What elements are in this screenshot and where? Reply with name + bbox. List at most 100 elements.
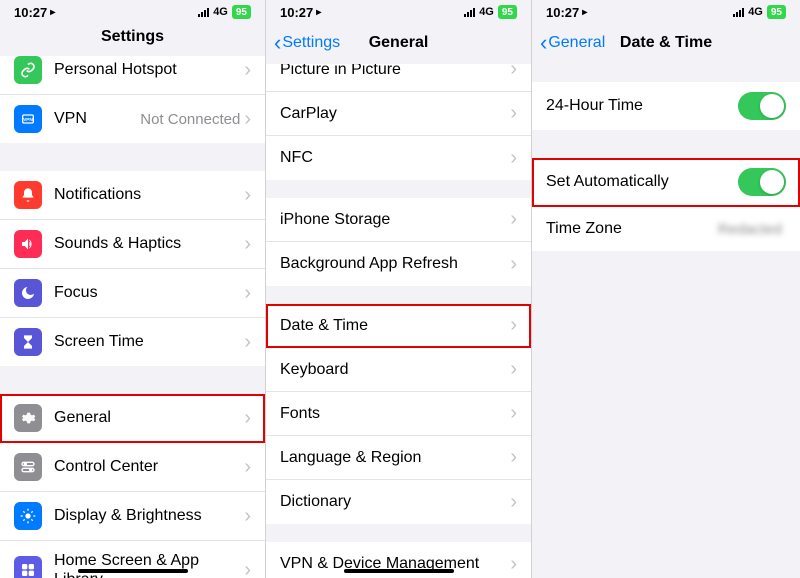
chevron-right-icon: › bbox=[510, 314, 517, 337]
row-label: 24-Hour Time bbox=[546, 96, 738, 115]
row-label: Display & Brightness bbox=[54, 506, 244, 525]
row-carplay[interactable]: CarPlay› bbox=[266, 92, 531, 136]
row-control-center[interactable]: Control Center› bbox=[0, 443, 265, 492]
status-right: 4G 95 bbox=[198, 5, 251, 19]
chevron-right-icon: › bbox=[510, 402, 517, 425]
page-title: Date & Time bbox=[620, 34, 712, 52]
battery-icon: 95 bbox=[232, 5, 251, 19]
status-right: 4G 95 bbox=[464, 5, 517, 19]
switches-icon bbox=[14, 453, 42, 481]
group-24h: 24-Hour Time bbox=[532, 82, 800, 130]
network-label: 4G bbox=[213, 6, 228, 18]
home-indicator[interactable] bbox=[344, 569, 454, 573]
sun-icon bbox=[14, 502, 42, 530]
grid-icon bbox=[14, 556, 42, 578]
row-label: Control Center bbox=[54, 457, 244, 476]
chevron-right-icon: › bbox=[510, 147, 517, 170]
chevron-right-icon: › bbox=[510, 491, 517, 514]
row-label: Time Zone bbox=[546, 219, 718, 238]
row-label: iPhone Storage bbox=[280, 210, 510, 229]
time-zone-value: Redacted bbox=[718, 221, 782, 238]
section-gap bbox=[532, 130, 800, 158]
row-label: Keyboard bbox=[280, 360, 510, 379]
nav-bar: ‹Settings General bbox=[266, 22, 531, 64]
section-gap bbox=[266, 286, 531, 304]
status-bar: 10:27▸ 4G 95 bbox=[532, 0, 800, 22]
chevron-right-icon: › bbox=[244, 456, 251, 479]
chevron-right-icon: › bbox=[510, 446, 517, 469]
row-screen-time[interactable]: Screen Time› bbox=[0, 318, 265, 366]
row-focus[interactable]: Focus› bbox=[0, 269, 265, 318]
toggle-24-hour[interactable] bbox=[738, 92, 786, 120]
back-button[interactable]: ‹Settings bbox=[274, 32, 340, 54]
back-label: General bbox=[548, 34, 605, 52]
chevron-left-icon: ‹ bbox=[540, 32, 547, 54]
group-c: Date & Time› Keyboard› Fonts› Language &… bbox=[266, 304, 531, 524]
globe-icon: VPN bbox=[14, 105, 42, 133]
home-indicator[interactable] bbox=[78, 569, 188, 573]
signal-icon bbox=[464, 7, 475, 17]
section-gap bbox=[266, 180, 531, 198]
row-time-zone[interactable]: Time Zone Redacted bbox=[532, 207, 800, 251]
hourglass-icon bbox=[14, 328, 42, 356]
page-title: Settings bbox=[0, 22, 265, 56]
chevron-right-icon: › bbox=[510, 358, 517, 381]
status-time: 10:27▸ bbox=[14, 5, 55, 20]
speaker-icon bbox=[14, 230, 42, 258]
row-label: Picture in Picture bbox=[280, 64, 510, 79]
nav-bar: ‹General Date & Time bbox=[532, 22, 800, 64]
row-dictionary[interactable]: Dictionary› bbox=[266, 480, 531, 524]
general-pane: 10:27▸ 4G 95 ‹Settings General Picture i… bbox=[266, 0, 532, 578]
moon-icon bbox=[14, 279, 42, 307]
row-display-brightness[interactable]: Display & Brightness› bbox=[0, 492, 265, 541]
row-label: Screen Time bbox=[54, 332, 244, 351]
row-background-app-refresh[interactable]: Background App Refresh› bbox=[266, 242, 531, 286]
back-button[interactable]: ‹General bbox=[540, 32, 605, 54]
bell-icon bbox=[14, 181, 42, 209]
chevron-right-icon: › bbox=[510, 253, 517, 276]
status-right: 4G 95 bbox=[733, 5, 786, 19]
gear-icon bbox=[14, 404, 42, 432]
row-vpn[interactable]: VPN VPN Not Connected › bbox=[0, 95, 265, 143]
chevron-left-icon: ‹ bbox=[274, 32, 281, 54]
row-label: Fonts bbox=[280, 404, 510, 423]
row-label: Sounds & Haptics bbox=[54, 234, 244, 253]
group-b: iPhone Storage› Background App Refresh› bbox=[266, 198, 531, 286]
network-label: 4G bbox=[748, 6, 763, 18]
chevron-right-icon: › bbox=[244, 233, 251, 256]
row-general[interactable]: General› bbox=[0, 394, 265, 443]
row-sounds-haptics[interactable]: Sounds & Haptics› bbox=[0, 220, 265, 269]
chevron-right-icon: › bbox=[510, 102, 517, 125]
status-time: 10:27▸ bbox=[546, 5, 587, 20]
section-gap bbox=[0, 366, 265, 394]
network-label: 4G bbox=[479, 6, 494, 18]
row-label: Date & Time bbox=[280, 316, 510, 335]
section-gap bbox=[532, 64, 800, 82]
date-time-list[interactable]: 24-Hour Time Set Automatically Time Zone… bbox=[532, 64, 800, 578]
row-24-hour-time[interactable]: 24-Hour Time bbox=[532, 82, 800, 130]
row-label: Background App Refresh bbox=[280, 254, 510, 273]
row-personal-hotspot[interactable]: Personal Hotspot › bbox=[0, 56, 265, 95]
section-gap bbox=[266, 524, 531, 542]
row-label: NFC bbox=[280, 148, 510, 167]
row-nfc[interactable]: NFC› bbox=[266, 136, 531, 180]
row-picture-in-picture[interactable]: Picture in Picture› bbox=[266, 64, 531, 92]
row-iphone-storage[interactable]: iPhone Storage› bbox=[266, 198, 531, 242]
row-language-region[interactable]: Language & Region› bbox=[266, 436, 531, 480]
row-keyboard[interactable]: Keyboard› bbox=[266, 348, 531, 392]
row-label: Set Automatically bbox=[546, 172, 738, 191]
chevron-right-icon: › bbox=[244, 59, 251, 82]
toggle-set-automatically[interactable] bbox=[738, 168, 786, 196]
row-set-automatically[interactable]: Set Automatically bbox=[532, 158, 800, 207]
general-list[interactable]: Picture in Picture› CarPlay› NFC› iPhone… bbox=[266, 64, 531, 578]
row-label: VPN bbox=[54, 109, 140, 128]
row-date-time[interactable]: Date & Time› bbox=[266, 304, 531, 348]
settings-list[interactable]: Personal Hotspot › VPN VPN Not Connected… bbox=[0, 56, 265, 578]
row-fonts[interactable]: Fonts› bbox=[266, 392, 531, 436]
group-a: Picture in Picture› CarPlay› NFC› bbox=[266, 64, 531, 180]
status-bar: 10:27▸ 4G 95 bbox=[266, 0, 531, 22]
group-auto: Set Automatically Time Zone Redacted bbox=[532, 158, 800, 251]
row-notifications[interactable]: Notifications› bbox=[0, 171, 265, 220]
date-time-pane: 10:27▸ 4G 95 ‹General Date & Time 24-Hou… bbox=[532, 0, 800, 578]
back-label: Settings bbox=[282, 34, 340, 52]
